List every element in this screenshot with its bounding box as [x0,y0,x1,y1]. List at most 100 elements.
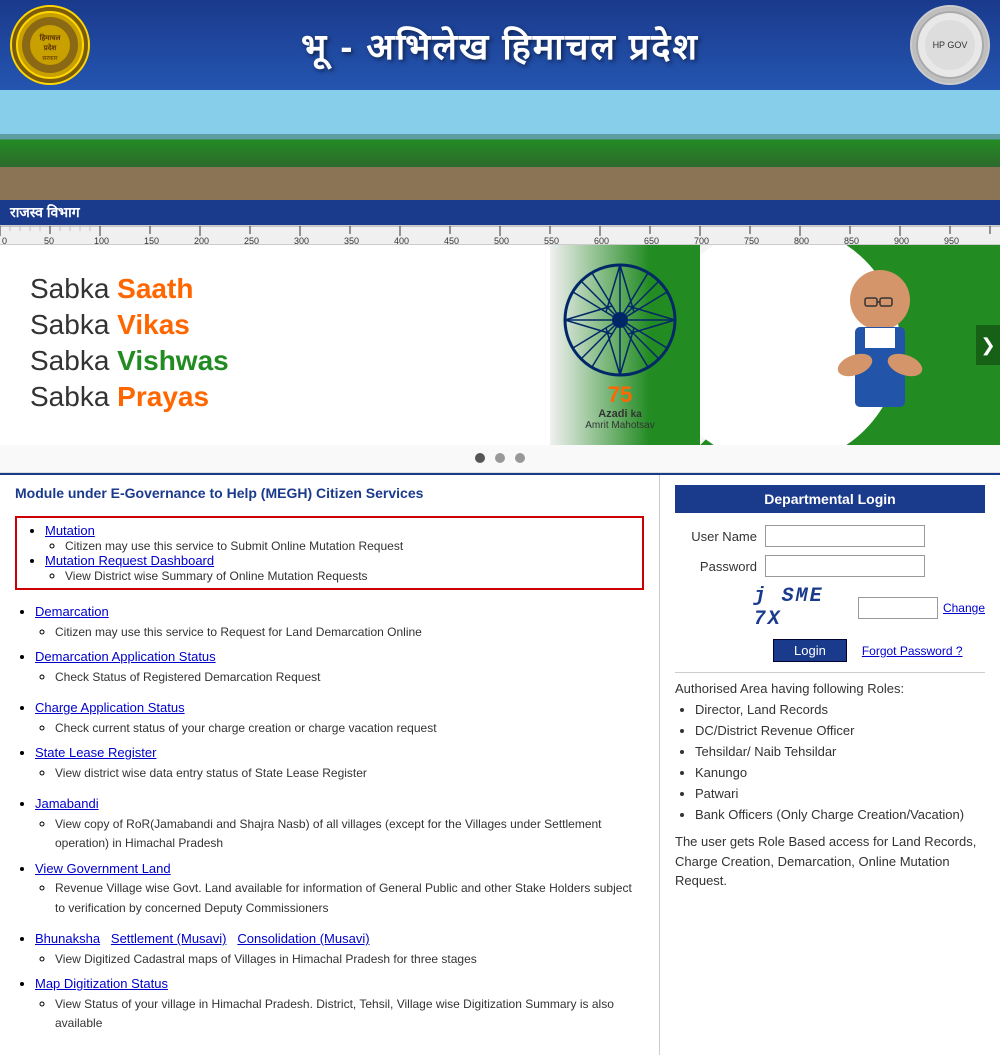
azadi-line3: Sabka Vishwas [30,345,510,377]
svg-text:650: 650 [644,236,659,245]
state-lease-link[interactable]: State Lease Register [35,745,156,760]
mutation-dashboard-link[interactable]: Mutation Request Dashboard [45,553,214,568]
svg-text:250: 250 [244,236,259,245]
dept-label: राजस्व विभाग [10,204,80,220]
map-digitization-item: Map Digitization Status View Status of y… [35,974,644,1033]
map-digitization-link[interactable]: Map Digitization Status [35,976,168,991]
govt-land-item: View Government Land Revenue Village wis… [35,859,644,918]
svg-text:450: 450 [444,236,459,245]
charge-status-link[interactable]: Charge Application Status [35,700,185,715]
svg-text:950: 950 [944,236,959,245]
auth-heading: Authorised Area having following Roles: [675,681,985,696]
login-btn-row: Login Forgot Password ? [675,639,985,662]
azadi-line1: Sabka Saath [30,273,510,305]
role-item-dc: DC/District Revenue Officer [695,723,985,738]
demarcation-status-link[interactable]: Demarcation Application Status [35,649,216,664]
jamabandi-section: Jamabandi View copy of RoR(Jamabandi and… [15,794,644,917]
svg-text:700: 700 [694,236,709,245]
role-item-director: Director, Land Records [695,702,985,717]
svg-text:550: 550 [544,236,559,245]
captcha-input[interactable] [858,597,938,619]
highlighted-services-box: Mutation Citizen may use this service to… [15,516,644,590]
captcha-text: j SME 7X [754,585,850,631]
logo-left: हिमाचल प्रदेश सरकार [10,5,90,85]
header: हिमाचल प्रदेश सरकार भू - अभिलेख हिमाचल प… [0,0,1000,90]
jamabandi-desc: View copy of RoR(Jamabandi and Shajra Na… [55,817,602,851]
svg-text:900: 900 [894,236,909,245]
azadi-text: Sabka Saath Sabka Vikas Sabka Vishwas Sa… [0,253,540,437]
services-panel: Module under E-Governance to Help (MEGH)… [0,475,660,1055]
logo-right: HP GOV [910,5,990,85]
mutation-service-item: Mutation Citizen may use this service to… [45,523,634,553]
username-row: User Name [675,525,985,547]
carousel-dot-2[interactable] [495,453,505,463]
password-row: Password [675,555,985,577]
govt-land-desc: Revenue Village wise Govt. Land availabl… [55,881,632,915]
mutation-dashboard-desc: View District wise Summary of Online Mut… [65,569,368,583]
svg-text:300: 300 [294,236,309,245]
role-item-patwari: Patwari [695,786,985,801]
bhunaksha-link[interactable]: Bhunaksha [35,931,100,946]
carousel-dot-1[interactable] [475,453,485,463]
svg-text:200: 200 [194,236,209,245]
banner-next-button[interactable]: ❯ [976,325,1000,365]
bhunaksha-section: Bhunaksha Settlement (Musavi) Consolidat… [15,929,644,1033]
role-item-bank: Bank Officers (Only Charge Creation/Vaca… [695,807,985,822]
ruler-bar: 0 50 100 150 200 250 300 350 400 450 500… [0,225,1000,245]
svg-text:850: 850 [844,236,859,245]
carousel-dots [0,445,1000,473]
demarcation-section: Demarcation Citizen may use this service… [15,602,644,686]
azadi-line4: Sabka Prayas [30,381,510,413]
services-heading: Module under E-Governance to Help (MEGH)… [15,485,644,506]
pm-image-area [700,245,1000,445]
svg-text:सरकार: सरकार [42,56,58,62]
charge-section: Charge Application Status Check current … [15,698,644,782]
forgot-password-link[interactable]: Forgot Password ? [862,644,963,658]
carousel-dot-3[interactable] [515,453,525,463]
bhunaksha-item: Bhunaksha Settlement (Musavi) Consolidat… [35,929,644,968]
azadi-center: 75 Azadi ka Amrit Mahotsav [540,260,700,431]
username-input[interactable] [765,525,925,547]
map-digitization-desc: View Status of your village in Himachal … [55,997,614,1031]
jamabandi-link[interactable]: Jamabandi [35,796,99,811]
svg-text:100: 100 [94,236,109,245]
jamabandi-item: Jamabandi View copy of RoR(Jamabandi and… [35,794,644,853]
change-captcha-link[interactable]: Change [943,601,985,615]
login-button[interactable]: Login [773,639,847,662]
azadi-line2: Sabka Vikas [30,309,510,341]
charge-status-desc: Check current status of your charge crea… [55,721,437,735]
svg-text:HP GOV: HP GOV [933,40,968,50]
demarcation-item: Demarcation Citizen may use this service… [35,602,644,641]
username-label: User Name [675,529,765,544]
password-label: Password [675,559,765,574]
svg-text:150: 150 [144,236,159,245]
svg-text:0: 0 [2,236,7,245]
demarcation-status-item: Demarcation Application Status Check Sta… [35,647,644,686]
login-form: User Name Password j SME 7X Change Login… [675,525,985,662]
state-lease-item: State Lease Register View district wise … [35,743,644,782]
azadi-banner: Sabka Saath Sabka Vikas Sabka Vishwas Sa… [0,245,1000,445]
svg-text:500: 500 [494,236,509,245]
site-title: भू - अभिलेख हिमाचल प्रदेश [90,21,910,70]
settlement-link[interactable]: Settlement (Musavi) [111,931,227,946]
bhunaksha-desc: View Digitized Cadastral maps of Village… [55,952,477,966]
roles-list: Director, Land Records DC/District Reven… [675,702,985,822]
svg-text:350: 350 [344,236,359,245]
auth-section: Authorised Area having following Roles: … [675,672,985,891]
password-input[interactable] [765,555,925,577]
state-lease-desc: View district wise data entry status of … [55,766,367,780]
svg-text:600: 600 [594,236,609,245]
dept-bar: राजस्व विभाग [0,200,1000,225]
svg-text:400: 400 [394,236,409,245]
mutation-link[interactable]: Mutation [45,523,95,538]
demarcation-link[interactable]: Demarcation [35,604,109,619]
main-content: Module under E-Governance to Help (MEGH)… [0,473,1000,1055]
role-item-kanungo: Kanungo [695,765,985,780]
svg-text:प्रदेश: प्रदेश [43,43,58,52]
consolidation-link[interactable]: Consolidation (Musavi) [237,931,369,946]
role-item-tehsildar: Tehsildar/ Naib Tehsildar [695,744,985,759]
captcha-row: j SME 7X Change [675,585,985,631]
charge-status-item: Charge Application Status Check current … [35,698,644,737]
govt-land-link[interactable]: View Government Land [35,861,171,876]
role-description: The user gets Role Based access for Land… [675,832,985,891]
